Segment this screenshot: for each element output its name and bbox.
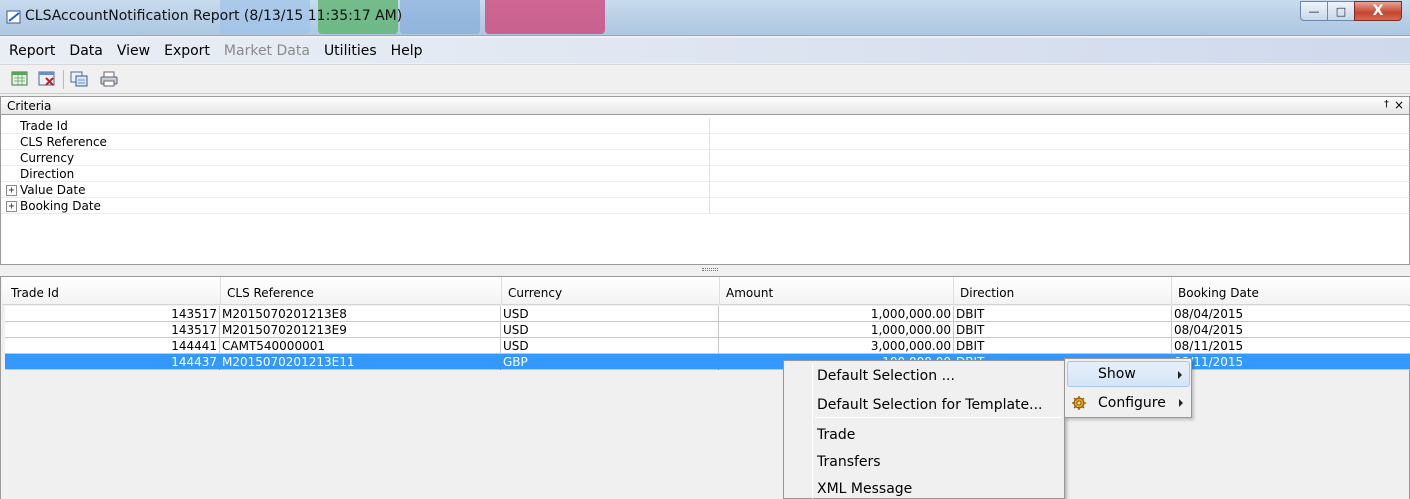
expand-icon[interactable]: + (6, 201, 17, 212)
criteria-row[interactable]: CLS Reference (1, 134, 1410, 150)
menu-item-label: Show (1098, 366, 1136, 382)
panel-splitter[interactable] (0, 265, 1410, 276)
copy-report-icon[interactable] (70, 71, 88, 87)
menu-view[interactable]: View (110, 43, 157, 59)
menu-item-show[interactable]: Show (1067, 361, 1190, 387)
criteria-label: CLS Reference (20, 135, 107, 149)
cell-trade-id: 144437 (5, 354, 220, 370)
cell-currency: USD (501, 338, 719, 354)
criteria-header: Criteria † × (0, 96, 1410, 115)
cell-booking-date: 08/04/2015 (1174, 323, 1244, 337)
criteria-row[interactable]: Direction (1, 166, 1410, 182)
menu-export[interactable]: Export (157, 43, 217, 59)
load-report-icon[interactable] (11, 71, 29, 87)
menu-data[interactable]: Data (62, 43, 109, 59)
table-row[interactable]: 143517 M2015070201213E9 USD 1,000,000.00… (5, 322, 1410, 338)
criteria-label: Direction (20, 167, 75, 181)
menu-separator (815, 417, 1061, 418)
column-header-currency[interactable]: Currency (502, 277, 720, 305)
cell-cls-reference: M2015070201213E9 (220, 322, 501, 338)
title-bar: CLSAccountNotification Report (8/13/15 1… (0, 0, 1410, 36)
criteria-row[interactable]: Currency (1, 150, 1410, 166)
criteria-value-cell[interactable] (709, 166, 710, 182)
criteria-label: Value Date (20, 183, 86, 197)
menu-item-configure[interactable]: Configure (1067, 390, 1190, 416)
criteria-label: Trade Id (20, 119, 68, 133)
minimize-button[interactable]: — (1300, 1, 1328, 21)
cell-trade-id: 143517 (5, 306, 220, 322)
column-header-direction[interactable]: Direction (954, 277, 1172, 305)
expand-icon[interactable]: + (6, 185, 17, 196)
menu-help[interactable]: Help (384, 43, 430, 59)
cell-booking-date: 08/04/2015 (1174, 307, 1244, 321)
menu-utilities[interactable]: Utilities (317, 43, 384, 59)
results-grid: Trade Id CLS Reference Currency Amount D… (0, 276, 1410, 499)
toolbar (0, 64, 1410, 94)
criteria-label: Currency (20, 151, 75, 165)
criteria-label: Booking Date (20, 199, 101, 213)
column-header-amount[interactable]: Amount (720, 277, 954, 305)
table-row[interactable]: 143517 M2015070201213E8 USD 1,000,000.00… (5, 306, 1410, 322)
cell-amount: 3,000,000.00 (719, 338, 954, 354)
cell-cls-reference: M2015070201213E8 (220, 306, 501, 322)
cell-cls-reference: CAMT540000001 (220, 338, 501, 354)
window-title: CLSAccountNotification Report (8/13/15 1… (25, 8, 403, 24)
table-row[interactable]: 144441 CAMT540000001 USD 3,000,000.00 DB… (5, 338, 1410, 354)
criteria-value-cell[interactable] (709, 182, 710, 198)
delete-report-icon[interactable] (38, 71, 56, 87)
criteria-value-cell[interactable] (709, 118, 710, 134)
window-controls: — □ X (1300, 1, 1402, 21)
menu-item-default-selection-template[interactable]: Default Selection for Template... (786, 392, 1062, 418)
criteria-title: Criteria (7, 99, 52, 113)
toolbar-separator (63, 70, 64, 89)
print-icon[interactable] (100, 71, 118, 87)
table-row-selected[interactable]: 144437 M2015070201213E11 GBP 100,000.00 … (5, 354, 1410, 370)
gear-icon (1072, 396, 1086, 410)
cell-currency: USD (501, 306, 719, 322)
criteria-value-cell[interactable] (709, 134, 710, 150)
menu-item-label: Configure (1098, 395, 1166, 411)
criteria-row[interactable]: + Booking Date (1, 198, 1410, 214)
menu-item-xml-message[interactable]: XML Message (786, 476, 1062, 499)
criteria-row[interactable]: + Value Date (1, 182, 1410, 198)
cell-direction: DBIT (954, 322, 1172, 338)
context-menu: Default Selection ... Default Selection … (783, 360, 1065, 499)
column-header-booking-date[interactable]: Booking Date (1172, 277, 1410, 305)
cell-amount: 1,000,000.00 (719, 306, 954, 322)
app-icon (6, 10, 21, 24)
submenu-arrow-icon (1179, 399, 1183, 407)
cell-currency: USD (501, 322, 719, 338)
taskbar-decoration (400, 0, 480, 34)
menu-report[interactable]: Report (2, 43, 62, 59)
criteria-value-cell[interactable] (709, 150, 710, 166)
cell-trade-id: 144441 (5, 338, 220, 354)
cell-direction: DBIT (954, 338, 1172, 354)
menu-item-transfers[interactable]: Transfers (786, 449, 1062, 475)
cell-direction: DBIT (954, 306, 1172, 322)
cell-currency: GBP (501, 354, 719, 370)
menu-bar: Report Data View Export Market Data Util… (0, 38, 1410, 63)
criteria-grid: Trade Id CLS Reference Currency Directio… (0, 115, 1410, 265)
maximize-button[interactable]: □ (1327, 1, 1355, 21)
menu-item-default-selection[interactable]: Default Selection ... (786, 363, 1062, 389)
column-header-trade-id[interactable]: Trade Id (5, 277, 221, 305)
cell-booking-date: 08/11/2015 (1174, 355, 1244, 369)
submenu-arrow-icon (1178, 371, 1182, 379)
splitter-grip-icon[interactable] (702, 268, 718, 271)
close-panel-icon[interactable]: × (1394, 98, 1404, 112)
submenu: Show Configure (1064, 358, 1192, 418)
criteria-row[interactable]: Trade Id (1, 118, 1410, 134)
close-button[interactable]: X (1354, 1, 1402, 21)
cell-trade-id: 143517 (5, 322, 220, 338)
taskbar-decoration (485, 0, 605, 34)
cell-amount: 1,000,000.00 (719, 322, 954, 338)
criteria-value-cell[interactable] (709, 198, 710, 214)
column-header-cls-reference[interactable]: CLS Reference (221, 277, 502, 305)
menu-market-data: Market Data (223, 42, 310, 59)
cell-cls-reference: M2015070201213E11 (220, 354, 501, 370)
pin-icon[interactable]: † (1384, 99, 1389, 110)
cell-booking-date: 08/11/2015 (1174, 339, 1244, 353)
menu-item-trade[interactable]: Trade (786, 422, 1062, 448)
grid-header: Trade Id CLS Reference Currency Amount D… (2, 277, 1410, 305)
